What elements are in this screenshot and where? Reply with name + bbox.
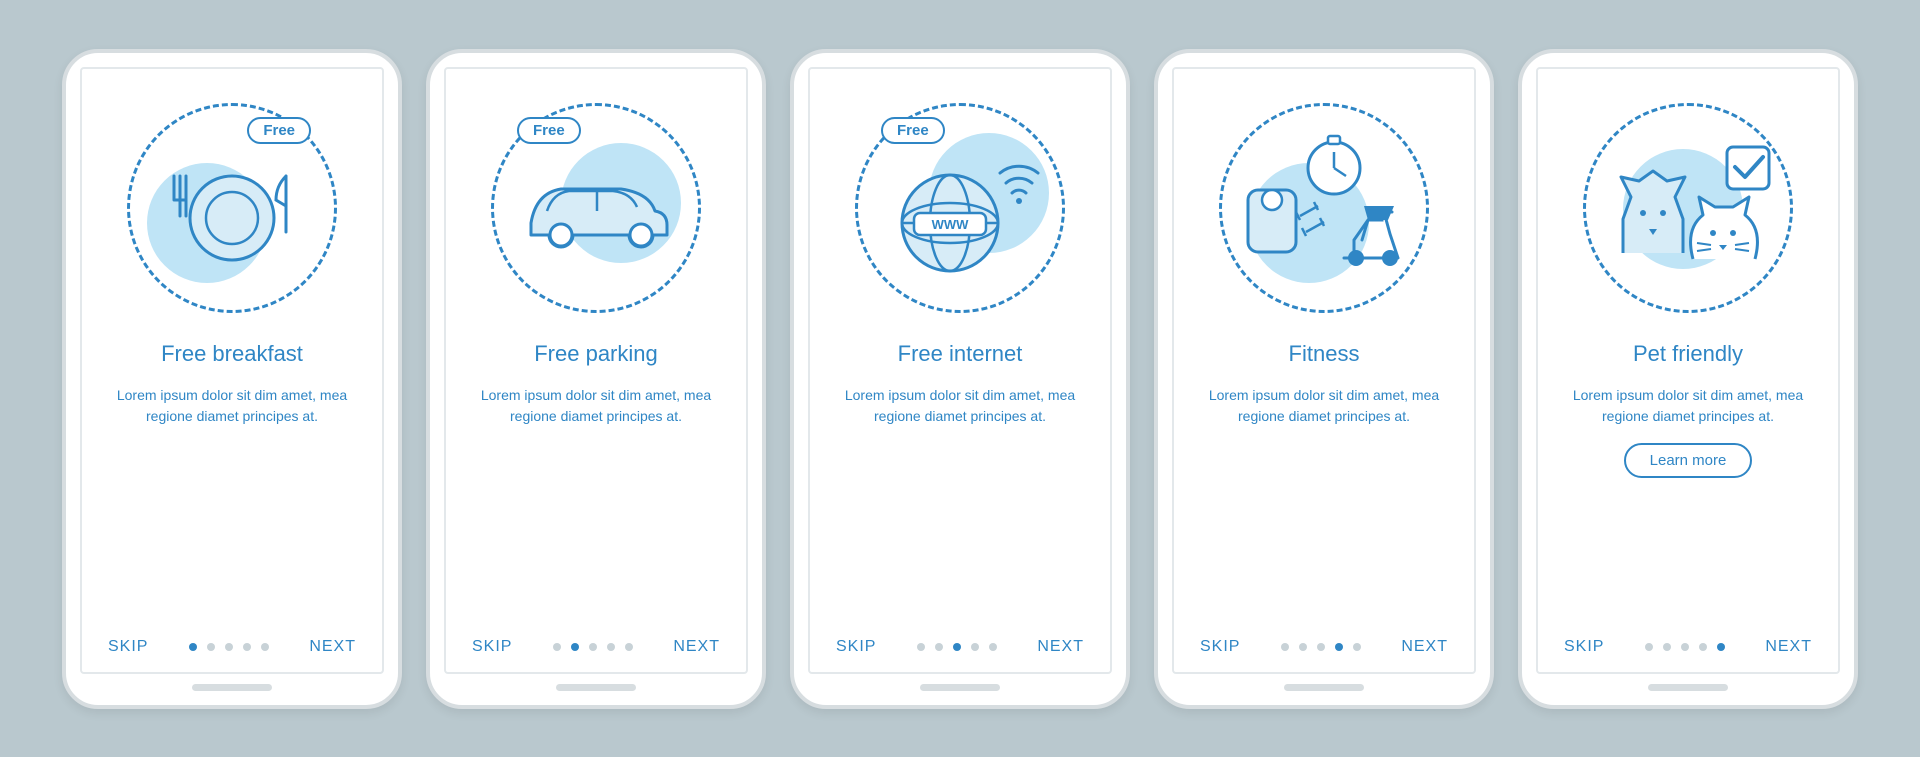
phone-frame: Pet friendly Lorem ipsum dolor sit dim a… [1518,49,1858,709]
illustration-container [1583,103,1793,313]
pets-checkbox-icon [1593,133,1783,283]
page-dot [917,643,925,651]
page-indicator [189,643,269,651]
screen-title: Free internet [898,341,1023,367]
page-dot [589,643,597,651]
next-button[interactable]: NEXT [1037,638,1084,656]
page-dot [935,643,943,651]
home-indicator [920,684,1000,691]
onboarding-footer: SKIP NEXT [104,638,360,656]
page-indicator [917,643,997,651]
page-indicator [1281,643,1361,651]
page-dot [1299,643,1307,651]
phone-frame: Free WWW Free internet Lorem ipsum dolor… [790,49,1130,709]
next-button[interactable]: NEXT [1765,638,1812,656]
onboarding-screen-parking: Free Free parking Lorem ipsum dolor sit … [444,67,748,674]
learn-more-button[interactable]: Learn more [1624,443,1753,478]
illustration-container: Free [491,103,701,313]
screen-description: Lorem ipsum dolor sit dim amet, mea regi… [1196,385,1452,427]
screen-description: Lorem ipsum dolor sit dim amet, mea regi… [468,385,724,427]
page-dot [243,643,251,651]
globe-wifi-icon: WWW [870,133,1050,283]
onboarding-screen-internet: Free WWW Free internet Lorem ipsum dolor… [808,67,1112,674]
screen-title: Free parking [534,341,658,367]
free-badge: Free [517,117,581,144]
phone-frame: Fitness Lorem ipsum dolor sit dim amet, … [1154,49,1494,709]
page-dot [1353,643,1361,651]
page-dot [1699,643,1707,651]
phone-frame: Free Free breakfast Lorem ipsum dolor si… [62,49,402,709]
page-dot [989,643,997,651]
screen-description: Lorem ipsum dolor sit dim amet, mea regi… [104,385,360,427]
home-indicator [192,684,272,691]
page-dot [1281,643,1289,651]
onboarding-screen-breakfast: Free Free breakfast Lorem ipsum dolor si… [80,67,384,674]
illustration-container [1219,103,1429,313]
free-badge: Free [881,117,945,144]
screen-title: Free breakfast [161,341,303,367]
illustration-container: Free [127,103,337,313]
screen-description: Lorem ipsum dolor sit dim amet, mea regi… [832,385,1088,427]
page-dot [189,643,197,651]
page-indicator [553,643,633,651]
page-dot [571,643,579,651]
page-dot [1317,643,1325,651]
screen-title: Pet friendly [1633,341,1743,367]
skip-button[interactable]: SKIP [1200,638,1240,656]
page-dot [553,643,561,651]
screen-title: Fitness [1289,341,1360,367]
onboarding-footer: SKIP NEXT [832,638,1088,656]
next-button[interactable]: NEXT [309,638,356,656]
www-label: WWW [932,217,970,232]
onboarding-screen-pet-friendly: Pet friendly Lorem ipsum dolor sit dim a… [1536,67,1840,674]
car-icon [511,153,681,263]
page-dot [261,643,269,651]
screen-description: Lorem ipsum dolor sit dim amet, mea regi… [1560,385,1816,427]
home-indicator [1648,684,1728,691]
page-dot [1663,643,1671,651]
onboarding-screen-fitness: Fitness Lorem ipsum dolor sit dim amet, … [1172,67,1476,674]
next-button[interactable]: NEXT [1401,638,1448,656]
page-dot [1335,643,1343,651]
page-dot [207,643,215,651]
page-dot [953,643,961,651]
page-dot [607,643,615,651]
skip-button[interactable]: SKIP [472,638,512,656]
skip-button[interactable]: SKIP [108,638,148,656]
phone-frame: Free Free parking Lorem ipsum dolor sit … [426,49,766,709]
page-dot [1681,643,1689,651]
page-dot [971,643,979,651]
home-indicator [556,684,636,691]
home-indicator [1284,684,1364,691]
page-dot [1645,643,1653,651]
page-dot [625,643,633,651]
free-badge: Free [247,117,311,144]
skip-button[interactable]: SKIP [836,638,876,656]
page-dot [1717,643,1725,651]
gym-equipment-icon [1234,128,1414,288]
onboarding-footer: SKIP NEXT [1196,638,1452,656]
illustration-container: Free WWW [855,103,1065,313]
page-dot [225,643,233,651]
onboarding-footer: SKIP NEXT [468,638,724,656]
page-indicator [1645,643,1725,651]
skip-button[interactable]: SKIP [1564,638,1604,656]
next-button[interactable]: NEXT [673,638,720,656]
onboarding-footer: SKIP NEXT [1560,638,1816,656]
plate-fork-knife-icon [152,148,312,268]
